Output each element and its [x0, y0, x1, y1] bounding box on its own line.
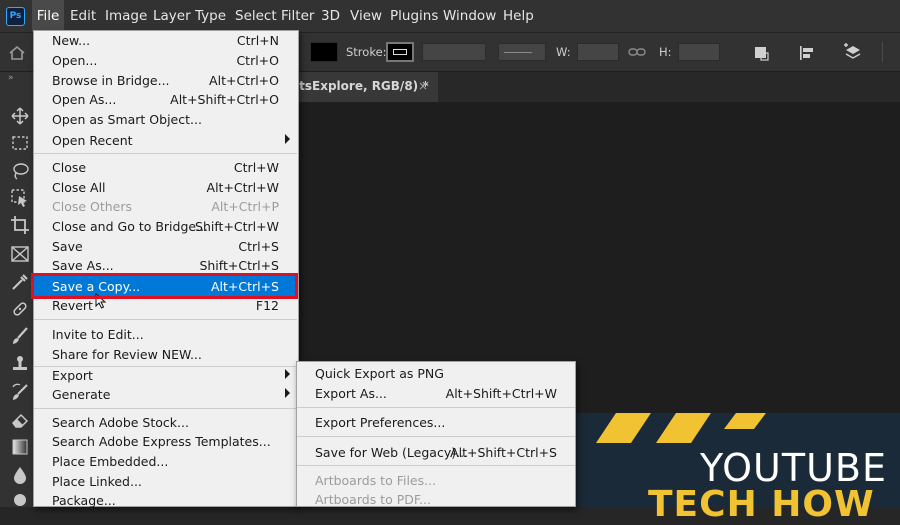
menu-item-export[interactable]: Export	[52, 368, 93, 383]
photoshop-logo-icon: Ps	[6, 7, 25, 26]
thumbnail-subtitle: TECH HOW	[648, 484, 875, 525]
menu-separator	[34, 153, 297, 154]
menu-item-place-embedded[interactable]: Place Embedded...	[52, 454, 168, 469]
menu-item-artboards-to-pdf[interactable]: Artboards to PDF...	[315, 492, 431, 507]
menu-edit[interactable]: Edit	[70, 0, 96, 32]
menu-item-quick-export-as-png[interactable]: Quick Export as PNG	[315, 366, 444, 381]
submenu-arrow-icon	[285, 369, 290, 379]
shortcut-revert: F12	[255, 298, 279, 313]
link-icon[interactable]	[628, 45, 646, 59]
shortcut-save-as: Shift+Ctrl+S	[199, 258, 279, 273]
menu-item-close-others[interactable]: Close Others	[52, 199, 132, 214]
stamp-tool-icon[interactable]	[10, 354, 30, 374]
menu-item-open-as-smart-object[interactable]: Open as Smart Object...	[52, 112, 202, 127]
lasso-tool-icon[interactable]	[10, 161, 30, 181]
shortcut-close: Ctrl+W	[233, 160, 279, 175]
menu-item-close[interactable]: Close	[52, 160, 86, 175]
height-label: H:	[659, 45, 672, 59]
menu-type[interactable]: Type	[195, 0, 226, 32]
blur-tool-icon[interactable]	[10, 465, 30, 485]
menu-separator	[297, 465, 575, 466]
menu-item-artboards-to-files[interactable]: Artboards to Files...	[315, 473, 436, 488]
menu-separator	[34, 319, 297, 320]
menu-help[interactable]: Help	[503, 0, 534, 32]
menu-window[interactable]: Window	[443, 0, 496, 32]
shortcut-open: Ctrl+O	[236, 53, 279, 68]
height-input[interactable]	[678, 43, 720, 61]
shortcut-save: Ctrl+S	[238, 239, 279, 254]
annotation-highlight-box	[31, 273, 298, 299]
path-alignment-icon[interactable]	[798, 44, 816, 62]
menu-item-open[interactable]: Open...	[52, 53, 97, 68]
menu-item-revert[interactable]: Revert	[52, 298, 93, 313]
path-arrangement-icon[interactable]	[842, 42, 864, 62]
menu-view[interactable]: View	[350, 0, 382, 32]
menu-item-export-as[interactable]: Export As...	[315, 386, 387, 401]
menu-item-browse-in-bridge[interactable]: Browse in Bridge...	[52, 73, 170, 88]
shortcut-close-all: Alt+Ctrl+W	[206, 180, 279, 195]
eyedropper-tool-icon[interactable]	[10, 272, 30, 292]
crop-tool-icon[interactable]	[10, 215, 30, 235]
menu-item-search-adobe-express-templates[interactable]: Search Adobe Express Templates...	[52, 434, 271, 449]
path-operations-icon[interactable]	[752, 44, 770, 62]
menu-item-share-for-review[interactable]: Share for Review NEW...	[52, 347, 202, 362]
menu-3d[interactable]: 3D	[321, 0, 340, 32]
menu-item-new[interactable]: New...	[52, 33, 90, 48]
shortcut-save-for-web: Alt+Shift+Ctrl+S	[450, 445, 557, 460]
submenu-arrow-icon	[285, 388, 290, 398]
menu-layer[interactable]: Layer	[153, 0, 191, 32]
options-divider	[882, 42, 883, 62]
stroke-color-swatch[interactable]	[386, 42, 414, 62]
eraser-tool-icon[interactable]	[10, 410, 30, 430]
menu-file[interactable]: File	[32, 0, 64, 32]
shortcut-open-as: Alt+Shift+Ctrl+O	[170, 92, 279, 107]
gradient-tool-icon[interactable]	[10, 437, 30, 457]
object-selection-tool-icon[interactable]	[10, 188, 30, 208]
menu-filter[interactable]: Filter	[281, 0, 314, 32]
menu-item-open-as[interactable]: Open As...	[52, 92, 116, 107]
marquee-tool-icon[interactable]	[10, 133, 30, 153]
fill-color-swatch[interactable]	[310, 42, 338, 62]
move-tool-icon[interactable]	[10, 106, 30, 126]
menu-item-search-adobe-stock[interactable]: Search Adobe Stock...	[52, 415, 189, 430]
menu-select[interactable]: Select	[235, 0, 277, 32]
home-icon[interactable]	[8, 44, 26, 62]
stroke-type-dropdown[interactable]	[498, 43, 546, 61]
submenu-arrow-icon	[285, 134, 290, 144]
history-brush-tool-icon[interactable]	[10, 382, 30, 402]
shortcut-close-others: Alt+Ctrl+P	[211, 199, 279, 214]
menu-item-export-preferences[interactable]: Export Preferences...	[315, 415, 445, 430]
healing-brush-tool-icon[interactable]	[10, 299, 30, 319]
menu-item-generate[interactable]: Generate	[52, 387, 110, 402]
width-label: W:	[556, 45, 571, 59]
stroke-label: Stroke:	[346, 45, 387, 59]
shortcut-close-and-go-to-bridge: Shift+Ctrl+W	[195, 219, 279, 234]
shortcut-browse-in-bridge: Alt+Ctrl+O	[209, 73, 279, 88]
menu-item-save[interactable]: Save	[52, 239, 83, 254]
stroke-width-input[interactable]	[422, 43, 486, 61]
collapse-toolbox-icon[interactable]: »	[8, 73, 14, 83]
width-input[interactable]	[577, 43, 619, 61]
menu-item-close-all[interactable]: Close All	[52, 180, 106, 195]
menu-item-place-linked[interactable]: Place Linked...	[52, 474, 142, 489]
menu-item-open-recent[interactable]: Open Recent	[52, 133, 133, 148]
menu-separator	[34, 366, 297, 367]
dodge-tool-icon[interactable]	[10, 492, 30, 512]
close-tab-icon[interactable]: ×	[418, 79, 428, 93]
brush-tool-icon[interactable]	[10, 326, 30, 346]
document-tab-title: etsExplore, RGB/8) *	[291, 79, 429, 93]
menu-item-invite-to-edit[interactable]: Invite to Edit...	[52, 327, 144, 342]
shortcut-new: Ctrl+N	[236, 33, 279, 48]
frame-tool-icon[interactable]	[10, 244, 30, 264]
shortcut-export-as: Alt+Shift+Ctrl+W	[445, 386, 557, 401]
menu-separator	[34, 408, 297, 409]
menu-item-save-as[interactable]: Save As...	[52, 258, 114, 273]
menu-plugins[interactable]: Plugins	[390, 0, 438, 32]
menu-separator	[297, 407, 575, 408]
menu-item-package[interactable]: Package...	[52, 493, 116, 508]
menu-image[interactable]: Image	[105, 0, 147, 32]
menu-separator	[297, 436, 575, 437]
